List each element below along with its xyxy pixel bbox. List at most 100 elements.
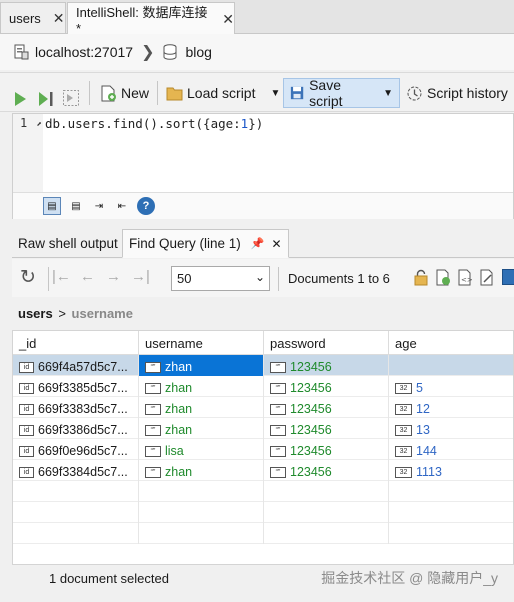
page-size-select[interactable]: 50 ⌄ xyxy=(171,266,270,291)
table-row[interactable]: id 669f3385d5c7... “” zhan “” 123456 32 5 xyxy=(13,376,513,397)
table-cell-age[interactable]: 32 12 xyxy=(389,397,513,418)
code-line[interactable]: db.users.find().sort({age:1}) xyxy=(45,116,263,131)
column-header-age[interactable]: age xyxy=(389,331,513,355)
column-header-password[interactable]: password xyxy=(264,331,389,355)
objectid-icon: id xyxy=(19,445,34,457)
string-icon: “” xyxy=(145,382,161,394)
code-view-icon[interactable]: ▤ xyxy=(43,197,61,215)
table-cell-id[interactable]: id 669f3383d5c7... xyxy=(13,397,139,418)
table-row[interactable]: id 669f0e96d5c7... “” lisa “” 123456 32 144 xyxy=(13,439,513,460)
script-editor[interactable]: 1 ⬈ db.users.find().sort({age:1}) ▤ ▤ ⇥ … xyxy=(12,113,514,219)
chevron-down-icon[interactable]: ▼ xyxy=(270,88,280,99)
table-cell-username[interactable]: “” zhan xyxy=(139,376,264,397)
save-script-button[interactable]: Save script ▼ xyxy=(283,77,400,109)
tab-raw-shell-output[interactable]: Raw shell output xyxy=(12,229,124,258)
outdent-icon[interactable]: ⇤ xyxy=(113,197,131,215)
table-cell-id[interactable]: id 669f3384d5c7... xyxy=(13,460,139,481)
table-cell-id[interactable] xyxy=(13,502,139,523)
table-cell-age[interactable] xyxy=(389,523,513,544)
cell-value: 144 xyxy=(416,444,437,458)
table-cell-age[interactable]: 32 13 xyxy=(389,418,513,439)
tab-find-query[interactable]: Find Query (line 1) 📌 ✕ xyxy=(122,229,289,258)
column-header-username[interactable]: username xyxy=(139,331,264,355)
prev-page-icon[interactable]: ← xyxy=(80,268,95,285)
close-icon[interactable]: ✕ xyxy=(53,10,65,27)
table-cell-password[interactable]: “” 123456 xyxy=(264,376,389,397)
table-cell-username[interactable]: “” lisa xyxy=(139,439,264,460)
table-cell-age[interactable]: 32 1113 xyxy=(389,460,513,481)
connection-database[interactable]: blog xyxy=(185,44,211,60)
table-cell-id[interactable]: id 669f3386d5c7... xyxy=(13,418,139,439)
fold-icon: ⬈ xyxy=(36,120,42,130)
watermark: 掘金技术社区 @ 隐藏用户_y xyxy=(321,570,498,586)
table-cell-id[interactable]: id 669f0e96d5c7... xyxy=(13,439,139,460)
close-icon[interactable]: ✕ xyxy=(272,237,282,251)
chevron-down-icon[interactable]: ▼ xyxy=(383,88,393,99)
table-cell-username[interactable]: “” zhan xyxy=(139,355,264,376)
last-page-icon[interactable]: →| xyxy=(131,268,150,285)
connection-host[interactable]: localhost:27017 xyxy=(35,44,133,60)
string-icon: “” xyxy=(270,445,286,457)
string-icon: “” xyxy=(145,403,161,415)
table-cell-id[interactable] xyxy=(13,523,139,544)
checkbox-icon[interactable] xyxy=(502,269,514,285)
table-cell-password[interactable]: “” 123456 xyxy=(264,460,389,481)
table-cell-age[interactable] xyxy=(389,355,513,376)
table-cell-password[interactable]: “” 123456 xyxy=(264,418,389,439)
text-view-icon[interactable]: ▤ xyxy=(67,197,85,215)
table-cell-username[interactable] xyxy=(139,502,264,523)
table-cell-password[interactable] xyxy=(264,481,389,502)
export-icon[interactable]: <> xyxy=(457,269,473,286)
table-row[interactable]: id 669f4a57d5c7... “” zhan “” 123456 xyxy=(13,355,513,376)
int32-icon: 32 xyxy=(395,466,412,478)
objectid-icon: id xyxy=(19,382,34,394)
new-script-button[interactable]: New xyxy=(100,78,149,108)
table-cell-username[interactable]: “” zhan xyxy=(139,397,264,418)
refresh-icon[interactable]: ↻ xyxy=(20,266,36,289)
edit-icon[interactable] xyxy=(479,269,495,286)
add-document-icon[interactable] xyxy=(435,269,451,286)
table-cell-id[interactable]: id 669f4a57d5c7... xyxy=(13,355,139,376)
table-cell-username[interactable] xyxy=(139,481,264,502)
table-cell-password[interactable] xyxy=(264,502,389,523)
help-icon[interactable]: ? xyxy=(137,197,155,215)
breadcrumb-collection[interactable]: users xyxy=(18,306,53,321)
pin-icon[interactable]: 📌 xyxy=(251,237,265,250)
table-row[interactable]: id 669f3384d5c7... “” zhan “” 123456 32 1113 xyxy=(13,460,513,481)
table-cell-password[interactable] xyxy=(264,523,389,544)
close-icon[interactable]: ✕ xyxy=(222,11,234,28)
load-script-button[interactable]: Load script ▼ xyxy=(166,78,280,108)
table-cell-username[interactable]: “” zhan xyxy=(139,418,264,439)
table-cell-password[interactable]: “” 123456 xyxy=(264,355,389,376)
table-row[interactable] xyxy=(13,502,513,523)
table-row[interactable]: id 669f3386d5c7... “” zhan “” 123456 32 13 xyxy=(13,418,513,439)
table-cell-age[interactable]: 32 5 xyxy=(389,376,513,397)
result-grid[interactable]: _id username password age id 669f4a57d5c7… xyxy=(12,330,514,565)
table-cell-username[interactable]: “” zhan xyxy=(139,460,264,481)
table-cell-password[interactable]: “” 123456 xyxy=(264,397,389,418)
string-icon: “” xyxy=(270,382,286,394)
indent-icon[interactable]: ⇥ xyxy=(90,197,108,215)
run-icon[interactable] xyxy=(12,84,28,114)
table-cell-username[interactable] xyxy=(139,523,264,544)
stop-icon[interactable] xyxy=(62,83,80,113)
table-row[interactable] xyxy=(13,481,513,502)
table-cell-id[interactable] xyxy=(13,481,139,502)
table-cell-age[interactable] xyxy=(389,502,513,523)
column-header-id[interactable]: _id xyxy=(13,331,139,355)
script-history-button[interactable]: Script history xyxy=(406,78,508,108)
table-cell-age[interactable]: 32 144 xyxy=(389,439,513,460)
tab-intellishell[interactable]: IntelliShell: 数据库连接* ✕ xyxy=(67,2,235,36)
breadcrumb-field[interactable]: username xyxy=(72,306,133,321)
first-page-icon[interactable]: |← xyxy=(52,268,71,285)
table-row[interactable] xyxy=(13,523,513,544)
string-icon: “” xyxy=(270,466,286,478)
tab-users[interactable]: users ✕ xyxy=(0,2,66,33)
lock-icon[interactable] xyxy=(414,269,428,286)
table-row[interactable]: id 669f3383d5c7... “” zhan “” 123456 32 12 xyxy=(13,397,513,418)
table-cell-id[interactable]: id 669f3385d5c7... xyxy=(13,376,139,397)
table-cell-age[interactable] xyxy=(389,481,513,502)
run-step-icon[interactable] xyxy=(37,84,55,114)
next-page-icon[interactable]: → xyxy=(106,268,121,285)
table-cell-password[interactable]: “” 123456 xyxy=(264,439,389,460)
